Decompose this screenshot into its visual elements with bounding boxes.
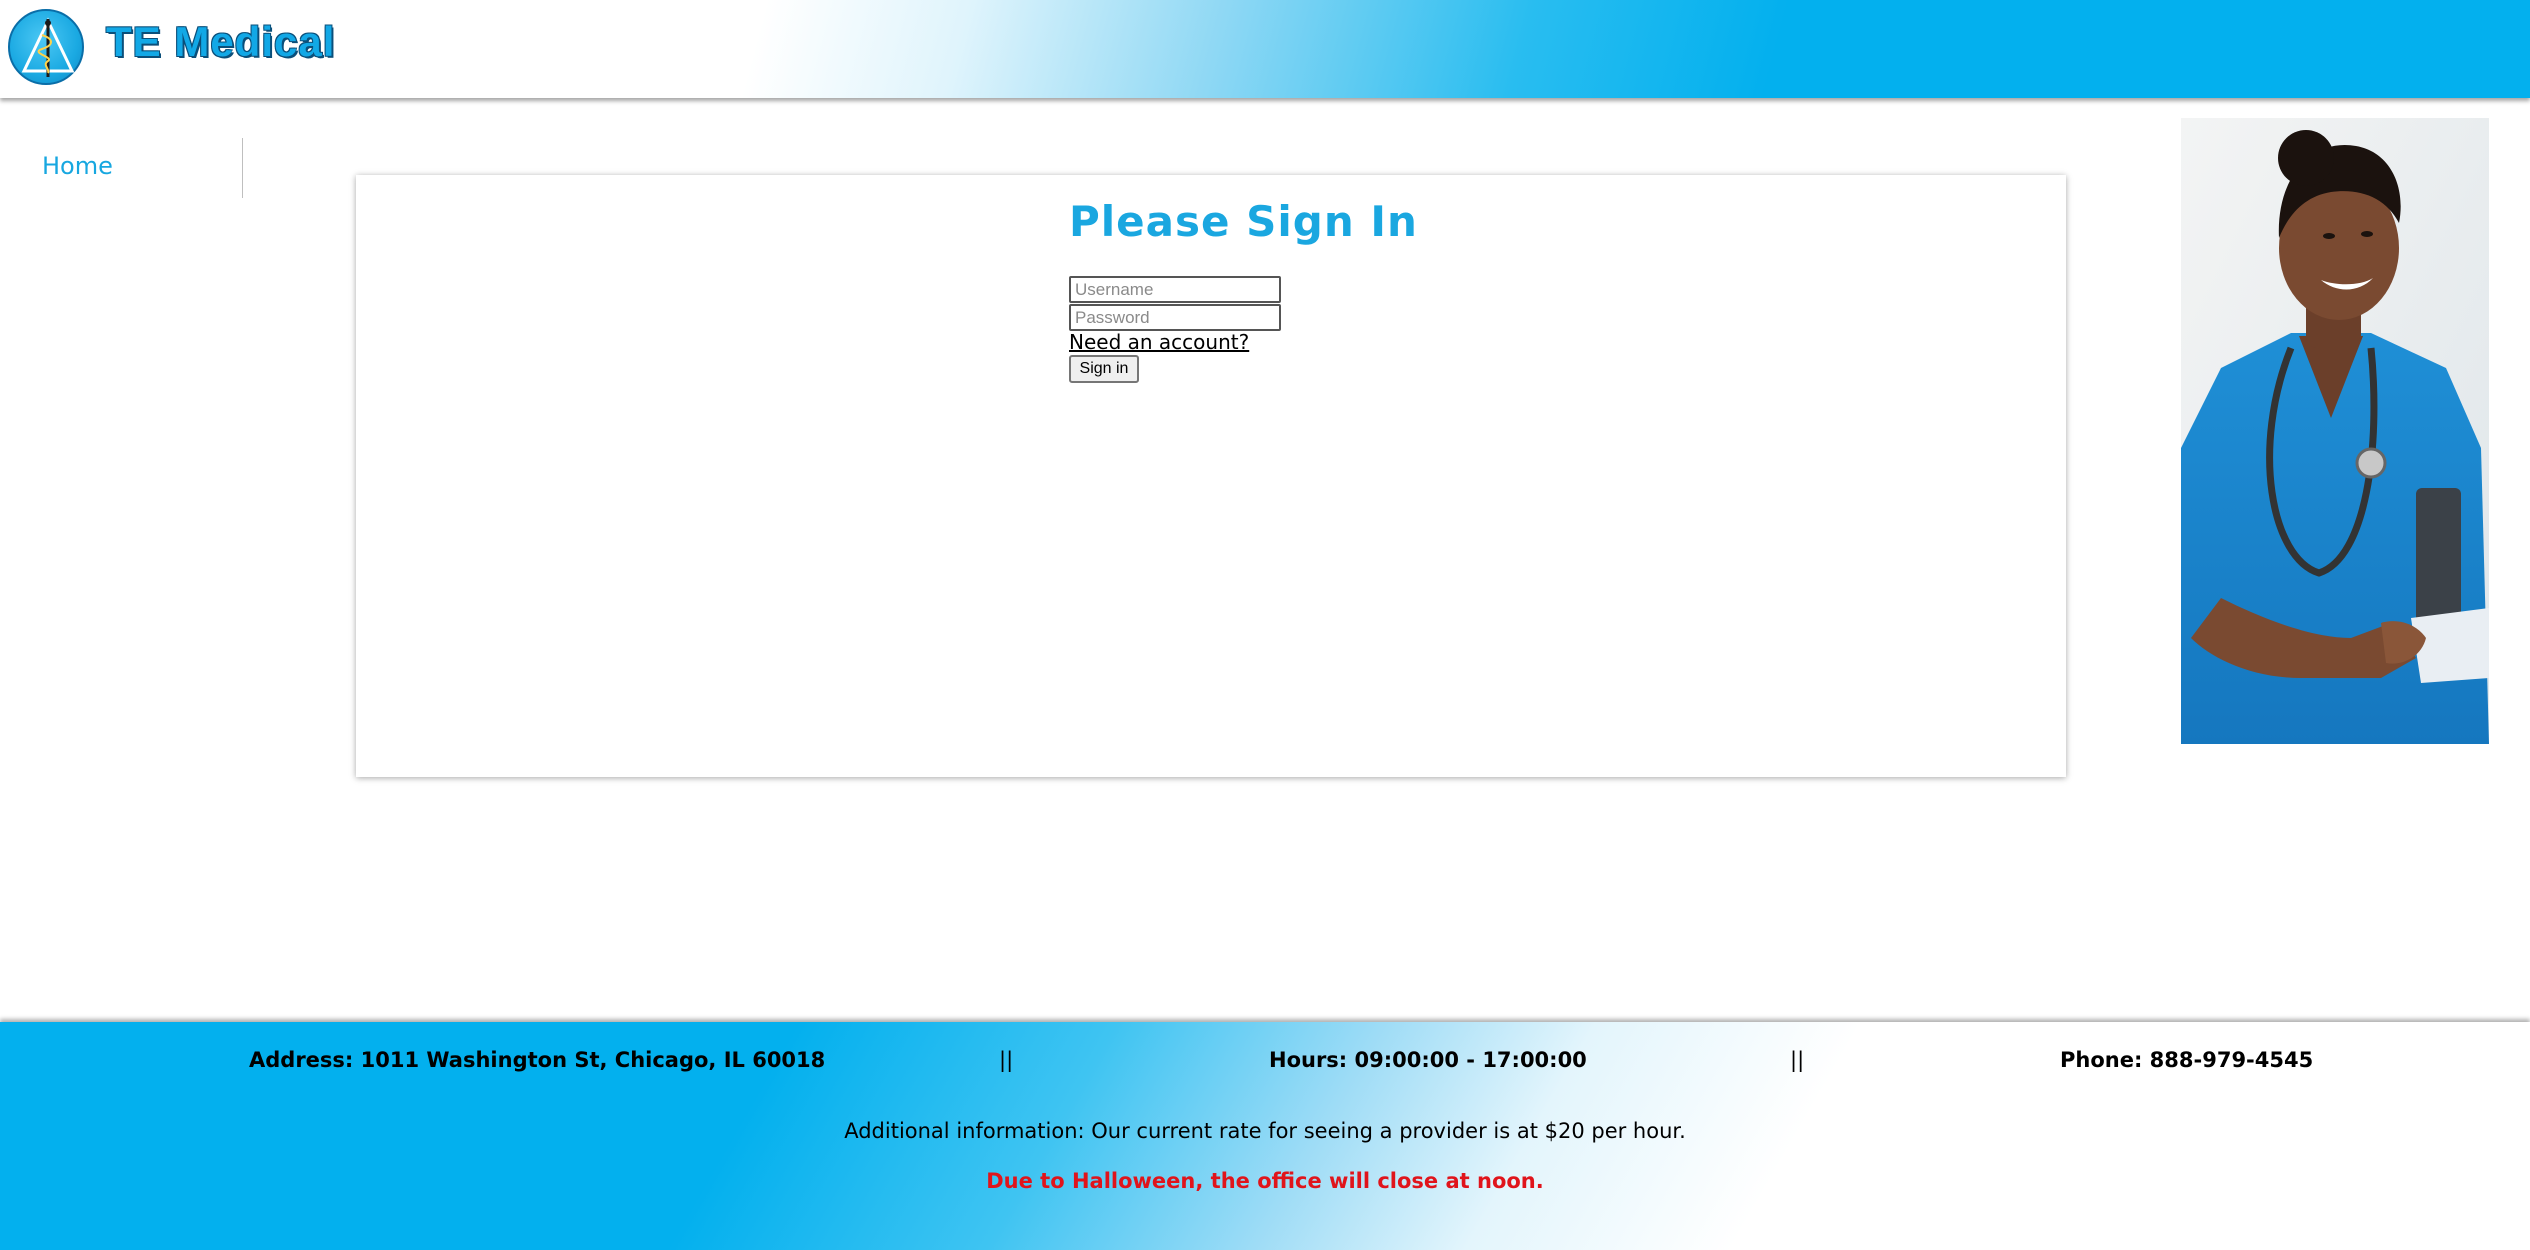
footer-separator: || <box>999 1048 1014 1072</box>
sidebar-nav: Home <box>0 138 243 198</box>
signin-card: Please Sign In Need an account? Sign in <box>356 175 2066 777</box>
footer-additional-info: Additional information: Our current rate… <box>844 1119 1686 1143</box>
password-field[interactable] <box>1069 304 1281 331</box>
footer-hours: Hours: 09:00:00 - 17:00:00 <box>1269 1048 1587 1072</box>
username-field[interactable] <box>1069 276 1281 303</box>
need-account-link[interactable]: Need an account? <box>1069 330 1249 354</box>
page-title: Please Sign In <box>1069 197 1418 246</box>
footer-address: Address: 1011 Washington St, Chicago, IL… <box>249 1048 826 1072</box>
sign-in-button[interactable]: Sign in <box>1069 355 1139 383</box>
site-header: TE Medical <box>0 0 2530 98</box>
sidebar-item-home[interactable]: Home <box>42 152 113 180</box>
site-footer: Address: 1011 Washington St, Chicago, IL… <box>0 1022 2530 1250</box>
footer-phone: Phone: 888-979-4545 <box>2060 1048 2314 1072</box>
footer-notice: Due to Halloween, the office will close … <box>986 1169 1544 1193</box>
nurse-photo <box>2181 118 2489 744</box>
brand-name: TE Medical <box>106 18 336 65</box>
caduceus-icon[interactable] <box>8 9 84 85</box>
footer-separator: || <box>1790 1048 1805 1072</box>
